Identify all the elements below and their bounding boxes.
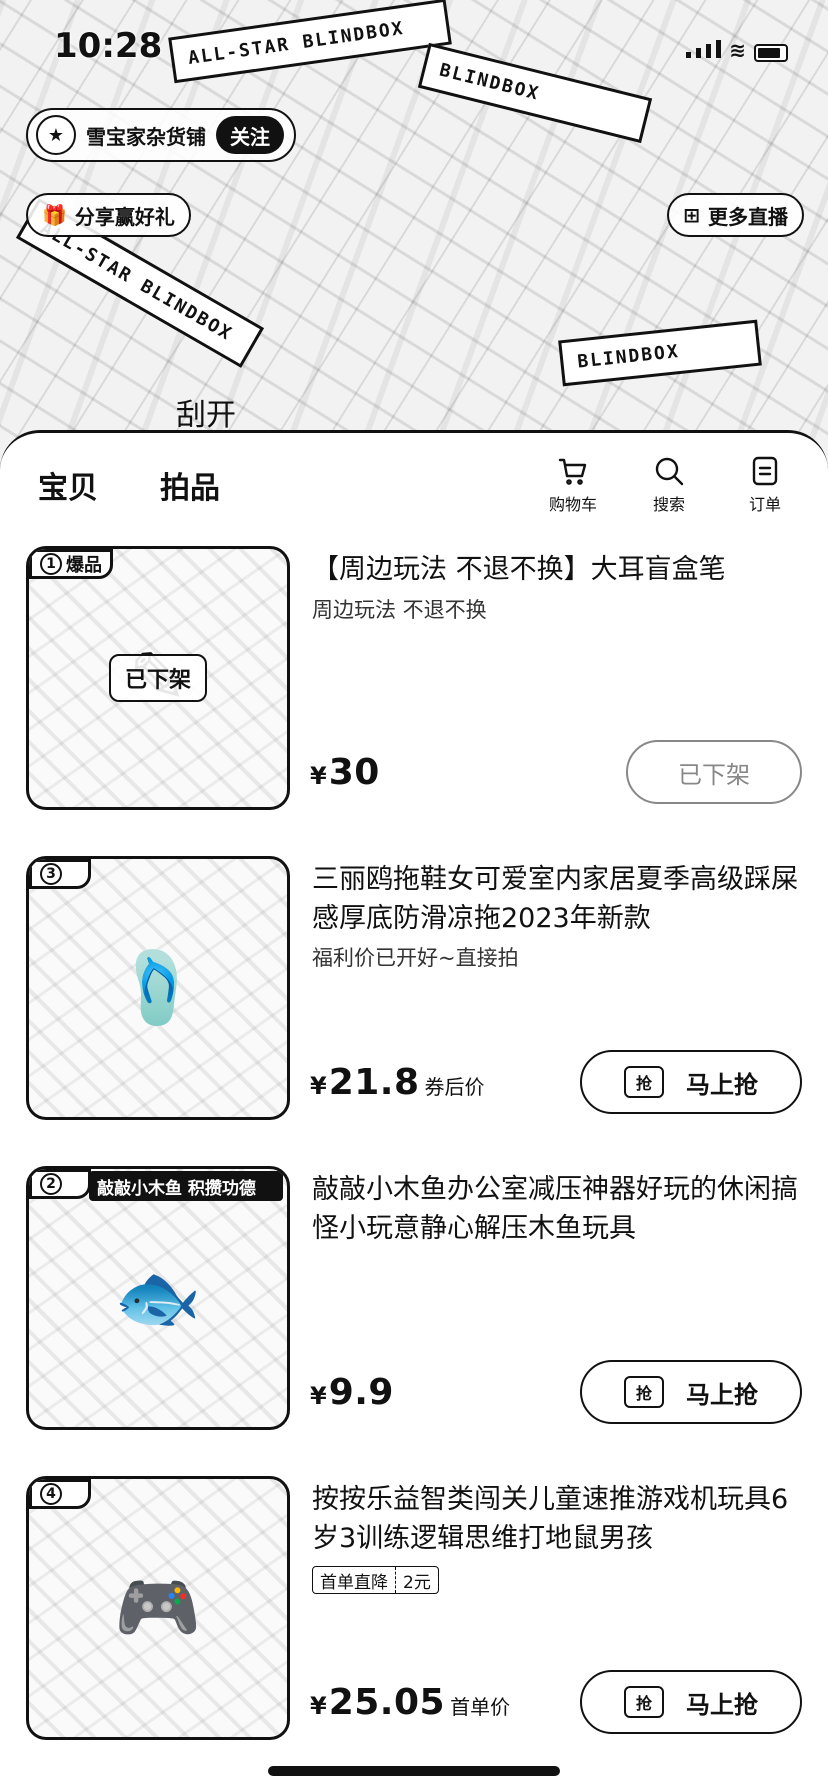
rank-badge: 3 — [29, 859, 91, 889]
scratch-note: 刮开 — [176, 398, 236, 433]
off-shelf-button: 已下架 — [626, 740, 802, 804]
gift-icon: 🎁 — [42, 203, 67, 227]
search-button[interactable]: 搜索 — [640, 455, 698, 515]
product-thumbnail: ✎ 已下架 1 爆品 — [26, 546, 290, 810]
cart-label: 购物车 — [548, 495, 597, 514]
blindbox-decor: BLINDBOX — [417, 42, 653, 144]
home-indicator — [268, 1766, 560, 1776]
battery-icon — [754, 44, 788, 62]
flash-icon: 抢 — [624, 1066, 664, 1098]
buy-now-button[interactable]: 抢 马上抢 — [580, 1360, 802, 1424]
more-live-chip[interactable]: ⊞ 更多直播 — [667, 193, 804, 237]
product-image: 🐟 — [114, 1256, 202, 1339]
product-title: 按按乐益智类闯关儿童速推游戏机玩具6岁3训练逻辑思维打地鼠男孩 — [312, 1484, 789, 1554]
product-banner: 敲敲小木鱼 积攒功德 — [89, 1171, 283, 1201]
sheet-actions: 购物车 搜索 订单 — [544, 455, 794, 515]
product-thumbnail: 🐟 敲敲小木鱼 积攒功德 2 — [26, 1166, 290, 1430]
product-title: 敲敲小木鱼办公室减压神器好玩的休闲搞怪小玩意静心解压木鱼玩具 — [312, 1174, 798, 1244]
signal-icon — [685, 40, 722, 62]
rank-badge: 2 — [29, 1169, 91, 1199]
cart-icon — [558, 458, 587, 485]
product-price: ¥ 30 — [310, 752, 380, 793]
product-price: ¥ 9.9 — [310, 1372, 394, 1413]
tab-auction[interactable]: 拍品 — [160, 463, 220, 507]
orders-button[interactable]: 订单 — [736, 455, 794, 515]
shop-avatar-icon: ★ — [36, 115, 76, 155]
product-image: 🩴 — [114, 946, 202, 1029]
blindbox-decor: BLINDBOX — [558, 319, 762, 387]
wifi-icon: ≋ — [729, 38, 746, 62]
product-card[interactable]: 🐟 敲敲小木鱼 积攒功德 2 敲敲小木鱼办公室减压神器好玩的休闲搞怪小玩意静心解… — [26, 1166, 802, 1430]
tab-products[interactable]: 宝贝 — [38, 463, 98, 507]
follow-button[interactable]: 关注 — [216, 116, 284, 154]
shop-info[interactable]: ★ 雪宝家杂货铺 关注 — [26, 108, 296, 162]
more-live-chip-label: 更多直播 — [708, 204, 788, 229]
orders-label: 订单 — [748, 495, 781, 514]
buy-now-button[interactable]: 抢 马上抢 — [580, 1050, 802, 1114]
search-label: 搜索 — [652, 495, 685, 514]
product-card[interactable]: ✎ 已下架 1 爆品 【周边玩法 不退不换】大耳盲盒笔 周边玩法 不退不换 ¥ … — [26, 546, 802, 810]
share-chip[interactable]: 🎁 分享赢好礼 — [26, 193, 191, 237]
grid-icon: ⊞ — [683, 203, 700, 227]
blindbox-decor: ALL-STAR BLINDBOX — [168, 0, 452, 84]
product-subtitle: 福利价已开好~直接拍 — [312, 946, 519, 970]
flash-icon: 抢 — [624, 1376, 664, 1408]
product-card[interactable]: 🎮 4 按按乐益智类闯关儿童速推游戏机玩具6岁3训练逻辑思维打地鼠男孩 首单直降… — [26, 1476, 802, 1740]
search-icon — [655, 457, 684, 486]
status-icons: ≋ — [685, 38, 788, 62]
product-price: ¥ 21.8 券后价 — [310, 1062, 485, 1103]
sheet-tabs: 宝贝 拍品 — [38, 463, 220, 507]
order-icon — [752, 456, 778, 486]
product-image: 🎮 — [114, 1566, 202, 1649]
rank-badge: 4 — [29, 1479, 91, 1509]
cart-button[interactable]: 购物车 — [544, 455, 602, 515]
rank-badge: 1 爆品 — [29, 549, 113, 579]
product-card[interactable]: 🩴 3 三丽鸥拖鞋女可爱室内家居夏季高级踩屎感厚底防滑凉拖2023年新款 福利价… — [26, 856, 802, 1120]
product-title: 三丽鸥拖鞋女可爱室内家居夏季高级踩屎感厚底防滑凉拖2023年新款 — [312, 864, 798, 934]
share-chip-label: 分享赢好礼 — [74, 204, 175, 229]
product-thumbnail: 🎮 4 — [26, 1476, 290, 1740]
status-time: 10:28 — [54, 26, 163, 66]
shop-name: 雪宝家杂货铺 — [86, 124, 206, 149]
product-thumbnail: 🩴 3 — [26, 856, 290, 1120]
buy-now-button[interactable]: 抢 马上抢 — [580, 1670, 802, 1734]
live-stream-background: ALL-STAR BLINDBOX BLINDBOX BLINDBOX ALL-… — [0, 0, 828, 470]
flash-icon: 抢 — [624, 1686, 664, 1718]
off-shelf-overlay: 已下架 — [108, 654, 208, 702]
coupon-tag: 首单直降 2元 — [312, 1566, 439, 1594]
product-price: ¥ 25.05 首单价 — [310, 1682, 511, 1723]
product-subtitle: 周边玩法 不退不换 — [312, 598, 487, 622]
product-title: 【周边玩法 不退不换】大耳盲盒笔 — [312, 554, 726, 585]
